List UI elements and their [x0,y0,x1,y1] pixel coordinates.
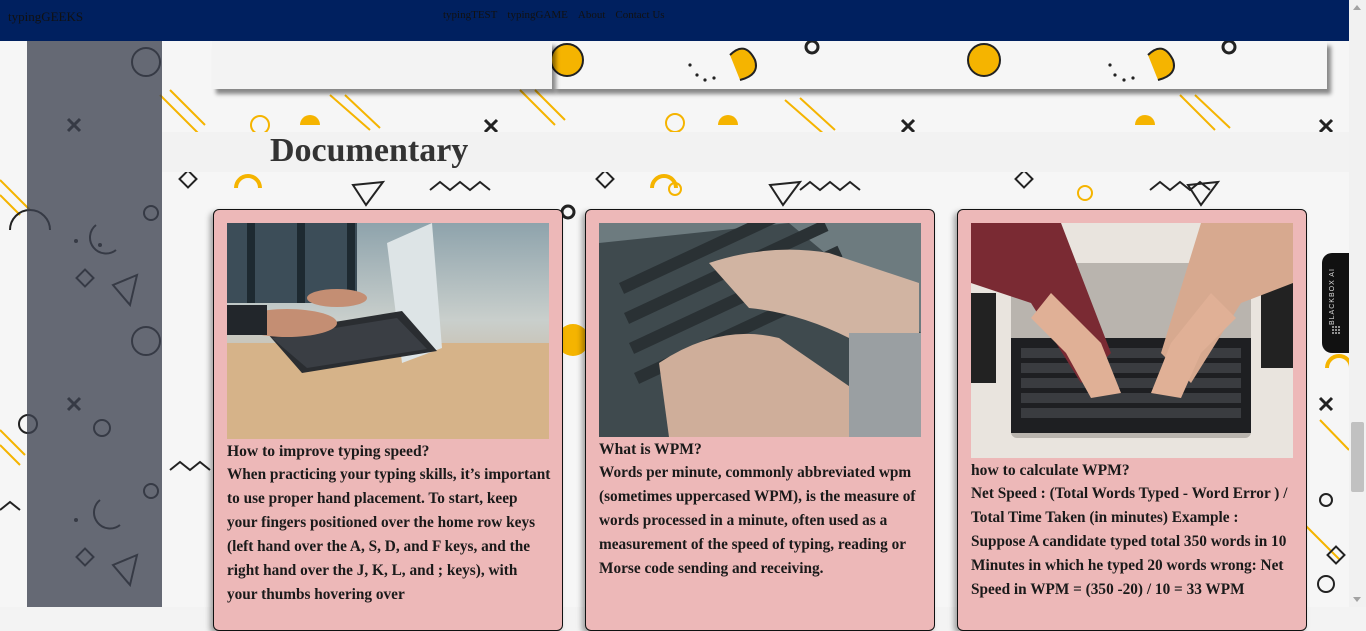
card-text: What is WPM? Words per minute, commonly … [599,438,923,581]
brand-logo-link[interactable]: typingGEEKS [8,9,83,25]
card-title: how to calculate WPM? [971,462,1130,479]
section-title: Documentary [270,132,469,169]
hands-keyboard-image [599,223,921,437]
card-body: When practicing your typing skills, it’s… [227,466,551,603]
article-card-improve-speed[interactable]: How to improve typing speed? When practi… [213,209,563,631]
card-text: how to calculate WPM? Net Speed : (Total… [971,459,1295,602]
scroll-up-arrow-icon[interactable] [1353,5,1361,10]
extension-label: BLACKBOX AI [1329,268,1336,325]
card-title: How to improve typing speed? [227,443,430,460]
nav-link-about[interactable]: About [578,9,606,21]
nav-links: typingTEST typingGAME About Contact Us [443,9,665,21]
documentary-header-band: Documentary [162,132,1349,172]
nav-link-typing-test[interactable]: typingTEST [443,9,497,21]
card-text: How to improve typing speed? When practi… [227,440,551,607]
laptop-overhead-photo [971,223,1293,458]
card-body: Words per minute, commonly abbreviated w… [599,464,916,577]
laptop-overhead-image [971,223,1293,458]
scroll-down-arrow-icon[interactable] [1353,597,1361,602]
laptop-typing-photo [227,223,549,439]
card-title: What is WPM? [599,441,702,458]
top-navbar: typingGEEKS typingTEST typingGAME About … [0,0,1349,41]
hero-right-panel [552,41,1327,89]
scrollbar-thumb[interactable] [1351,422,1364,492]
article-card-what-is-wpm[interactable]: What is WPM? Words per minute, commonly … [585,209,935,631]
nav-link-typing-game[interactable]: typingGAME [507,9,568,21]
nav-link-contact[interactable]: Contact Us [615,9,664,21]
hands-on-keyboard-photo [599,223,921,437]
left-sidebar-panel [27,41,162,607]
blackbox-ai-extension-tab[interactable]: BLACKBOX AI [1322,253,1350,353]
grid-icon [1332,326,1340,334]
laptop-typing-image [227,223,549,439]
article-card-calculate-wpm[interactable]: how to calculate WPM? Net Speed : (Total… [957,209,1307,631]
page-scrollbar[interactable] [1349,0,1366,607]
card-body: Net Speed : (Total Words Typed - Word Er… [971,485,1288,598]
hero-left-panel [212,41,552,89]
